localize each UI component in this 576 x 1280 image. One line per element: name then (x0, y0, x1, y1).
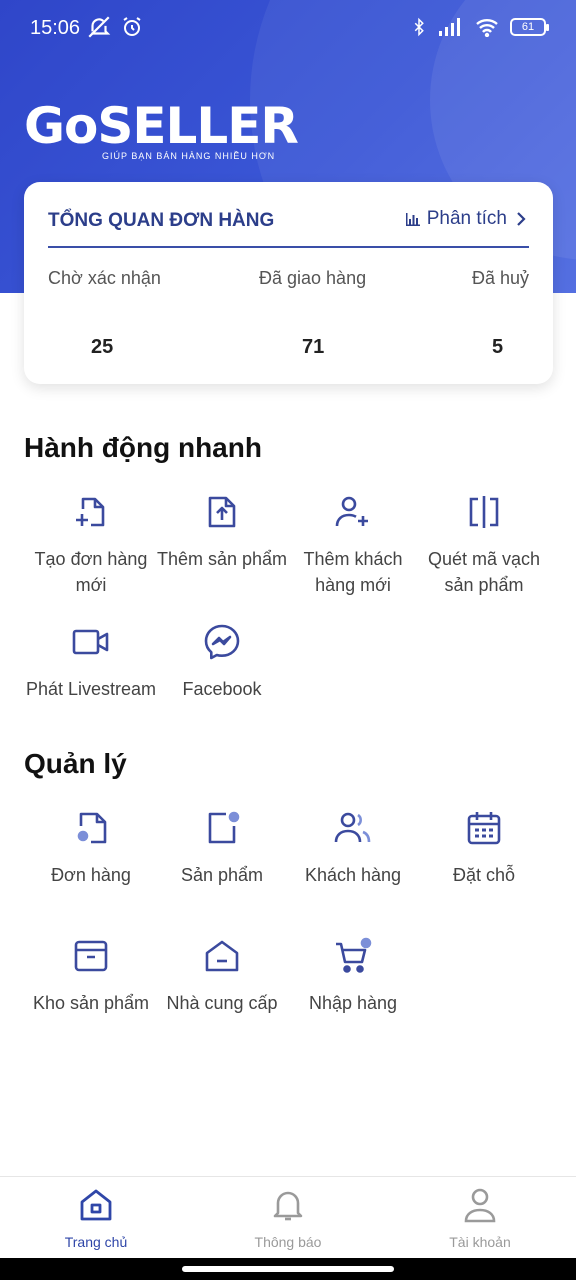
quick-action-scan-barcode[interactable]: Quét mã vạch sản phẩm (418, 490, 550, 598)
quick-action-facebook[interactable]: Facebook (156, 620, 288, 702)
stat-cancelled-value: 5 (492, 336, 504, 358)
signal-icon (439, 18, 460, 36)
manage-label: Sản phẩm (180, 865, 264, 885)
manage-suppliers[interactable]: Nhà cung cấp (156, 934, 288, 1016)
quick-actions-title: Hành động nhanh (24, 432, 262, 463)
system-home-bar (0, 1258, 576, 1280)
stat-pending-value: 25 (91, 336, 114, 358)
manage-label: Đặt chỗ (452, 865, 516, 885)
quick-action-label: Thêm khách hàng mới (303, 549, 403, 595)
logo-wordmark: GoSELLER (24, 97, 299, 155)
chevron-right-icon (517, 212, 526, 226)
status-bar: 15:06 61 (0, 0, 576, 56)
quick-action-label: Tạo đơn hàng mới (34, 549, 148, 595)
file-plus-icon (76, 497, 105, 527)
home-indicator[interactable] (182, 1266, 394, 1272)
manage-label: Nhà cung cấp (166, 993, 278, 1013)
analytics-link[interactable]: Phân tích (405, 208, 529, 230)
overview-divider (48, 246, 529, 248)
logo-tagline: GIÚP BẠN BÁN HÀNG NHIỀU HƠN (102, 151, 276, 161)
manage-label: Kho sản phẩm (32, 993, 150, 1013)
quick-action-label: Thêm sản phẩm (156, 549, 288, 569)
bluetooth-icon (414, 17, 424, 37)
order-overview-card: TỔNG QUAN ĐƠN HÀNG Phân tích Chờ xác nhậ… (24, 182, 553, 384)
nav-account-label: Tài khoản (449, 1234, 511, 1250)
stat-delivered-label[interactable]: Đã giao hàng (259, 268, 366, 289)
manage-inventory[interactable]: Kho sản phẩm (25, 934, 157, 1016)
video-icon (72, 629, 109, 655)
manage-products[interactable]: Sản phẩm (156, 806, 288, 888)
upload-file-icon (208, 496, 236, 528)
barcode-scan-icon (469, 496, 499, 528)
battery-icon: 61 (510, 18, 549, 36)
bell-icon (273, 1191, 303, 1221)
users-icon (334, 812, 371, 843)
quick-action-label: Phát Livestream (25, 679, 157, 699)
bottom-navigation: Trang chủ Thông báo Tài khoản (0, 1176, 576, 1258)
wifi-icon (476, 19, 498, 37)
status-time: 15:06 (30, 17, 81, 39)
cart-settings-icon (336, 937, 372, 973)
product-settings-icon (208, 811, 240, 844)
user-plus-icon (335, 496, 368, 527)
analytics-label: Phân tích (426, 208, 507, 229)
calendar-icon (467, 812, 501, 845)
nav-notifications[interactable]: Thông báo (192, 1187, 384, 1250)
quick-action-livestream[interactable]: Phát Livestream (25, 620, 157, 702)
manage-customers[interactable]: Khách hàng (287, 806, 419, 888)
quick-action-label: Facebook (182, 679, 262, 699)
manage-purchasing[interactable]: Nhập hàng (287, 934, 419, 1016)
quick-action-create-order[interactable]: Tạo đơn hàng mới (25, 490, 157, 598)
stat-delivered-value: 71 (302, 336, 325, 358)
alarm-icon (123, 17, 141, 36)
user-icon (464, 1188, 496, 1223)
warehouse-icon (205, 940, 239, 972)
order-settings-icon (77, 812, 107, 844)
manage-reservations[interactable]: Đặt chỗ (418, 806, 550, 888)
quick-action-add-product[interactable]: Thêm sản phẩm (156, 490, 288, 572)
mute-icon (88, 16, 111, 38)
overview-title: TỔNG QUAN ĐƠN HÀNG (48, 210, 275, 231)
messenger-icon (204, 624, 240, 660)
nav-home[interactable]: Trang chủ (0, 1187, 192, 1250)
home-icon (80, 1189, 112, 1221)
app-logo: GoSELLER GIÚP BẠN BÁN HÀNG NHIỀU HƠN (24, 96, 299, 161)
nav-account[interactable]: Tài khoản (384, 1187, 576, 1250)
stat-cancelled-label[interactable]: Đã huỷ (472, 268, 529, 289)
manage-label: Nhập hàng (308, 993, 398, 1013)
quick-action-label: Quét mã vạch sản phẩm (427, 549, 541, 595)
manage-label: Đơn hàng (51, 865, 131, 885)
bar-chart-icon (405, 213, 420, 226)
stat-pending-label[interactable]: Chờ xác nhận (48, 268, 161, 289)
management-title: Quản lý (24, 748, 127, 779)
quick-action-add-customer[interactable]: Thêm khách hàng mới (287, 490, 419, 598)
manage-label: Khách hàng (304, 865, 402, 885)
nav-home-label: Trang chủ (64, 1234, 128, 1250)
manage-orders[interactable]: Đơn hàng (25, 806, 157, 888)
nav-notifications-label: Thông báo (254, 1234, 322, 1250)
archive-icon (74, 940, 108, 972)
